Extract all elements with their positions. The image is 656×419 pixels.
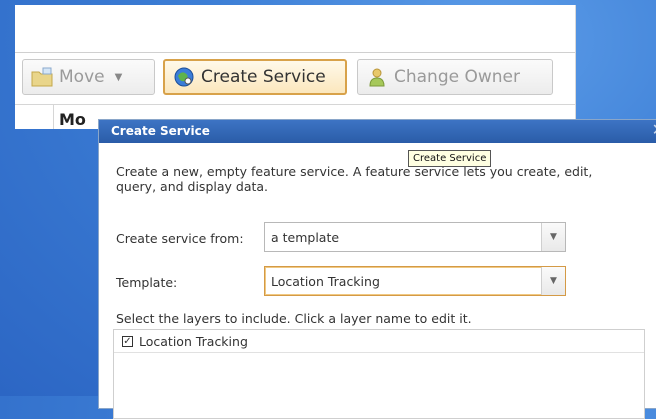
create-service-label: Create Service [201, 67, 326, 87]
globe-service-icon [173, 67, 195, 87]
create-service-button[interactable]: Create Service [163, 59, 347, 95]
change-owner-button[interactable]: Change Owner [357, 59, 553, 95]
create-from-select[interactable]: a template ▼ [264, 222, 566, 252]
table-header-divider [15, 104, 575, 105]
layer-checkbox[interactable]: ✓ [122, 335, 133, 347]
folder-move-icon [31, 67, 53, 87]
template-select[interactable]: Location Tracking ▼ [264, 266, 566, 296]
list-item[interactable]: ✓ Location Tracking [114, 330, 644, 353]
create-from-value: a template [271, 230, 340, 245]
template-label: Template: [116, 275, 178, 290]
tooltip: Create Service [408, 150, 492, 167]
create-from-label: Create service from: [116, 231, 244, 246]
chevron-down-icon[interactable]: ▼ [541, 267, 565, 295]
template-value: Location Tracking [271, 274, 380, 289]
create-service-dialog: Create Service ✕ Create a new, empty fea… [98, 119, 656, 419]
close-icon[interactable]: ✕ [652, 122, 656, 138]
dialog-body: Create a new, empty feature service. A f… [99, 143, 656, 419]
layer-list: ✓ Location Tracking [113, 329, 645, 419]
dialog-title: Create Service [99, 120, 656, 143]
layer-name[interactable]: Location Tracking [139, 334, 248, 349]
toolbar-divider [15, 52, 575, 53]
dialog-description: Create a new, empty feature service. A f… [116, 164, 593, 194]
move-button[interactable]: Move ▼ [22, 59, 155, 95]
move-button-label: Move [59, 67, 105, 87]
select-layers-text: Select the layers to include. Click a la… [116, 311, 472, 326]
change-owner-label: Change Owner [394, 67, 520, 87]
user-icon [366, 67, 388, 87]
chevron-down-icon[interactable]: ▼ [541, 223, 565, 251]
chevron-down-icon: ▼ [114, 71, 123, 83]
